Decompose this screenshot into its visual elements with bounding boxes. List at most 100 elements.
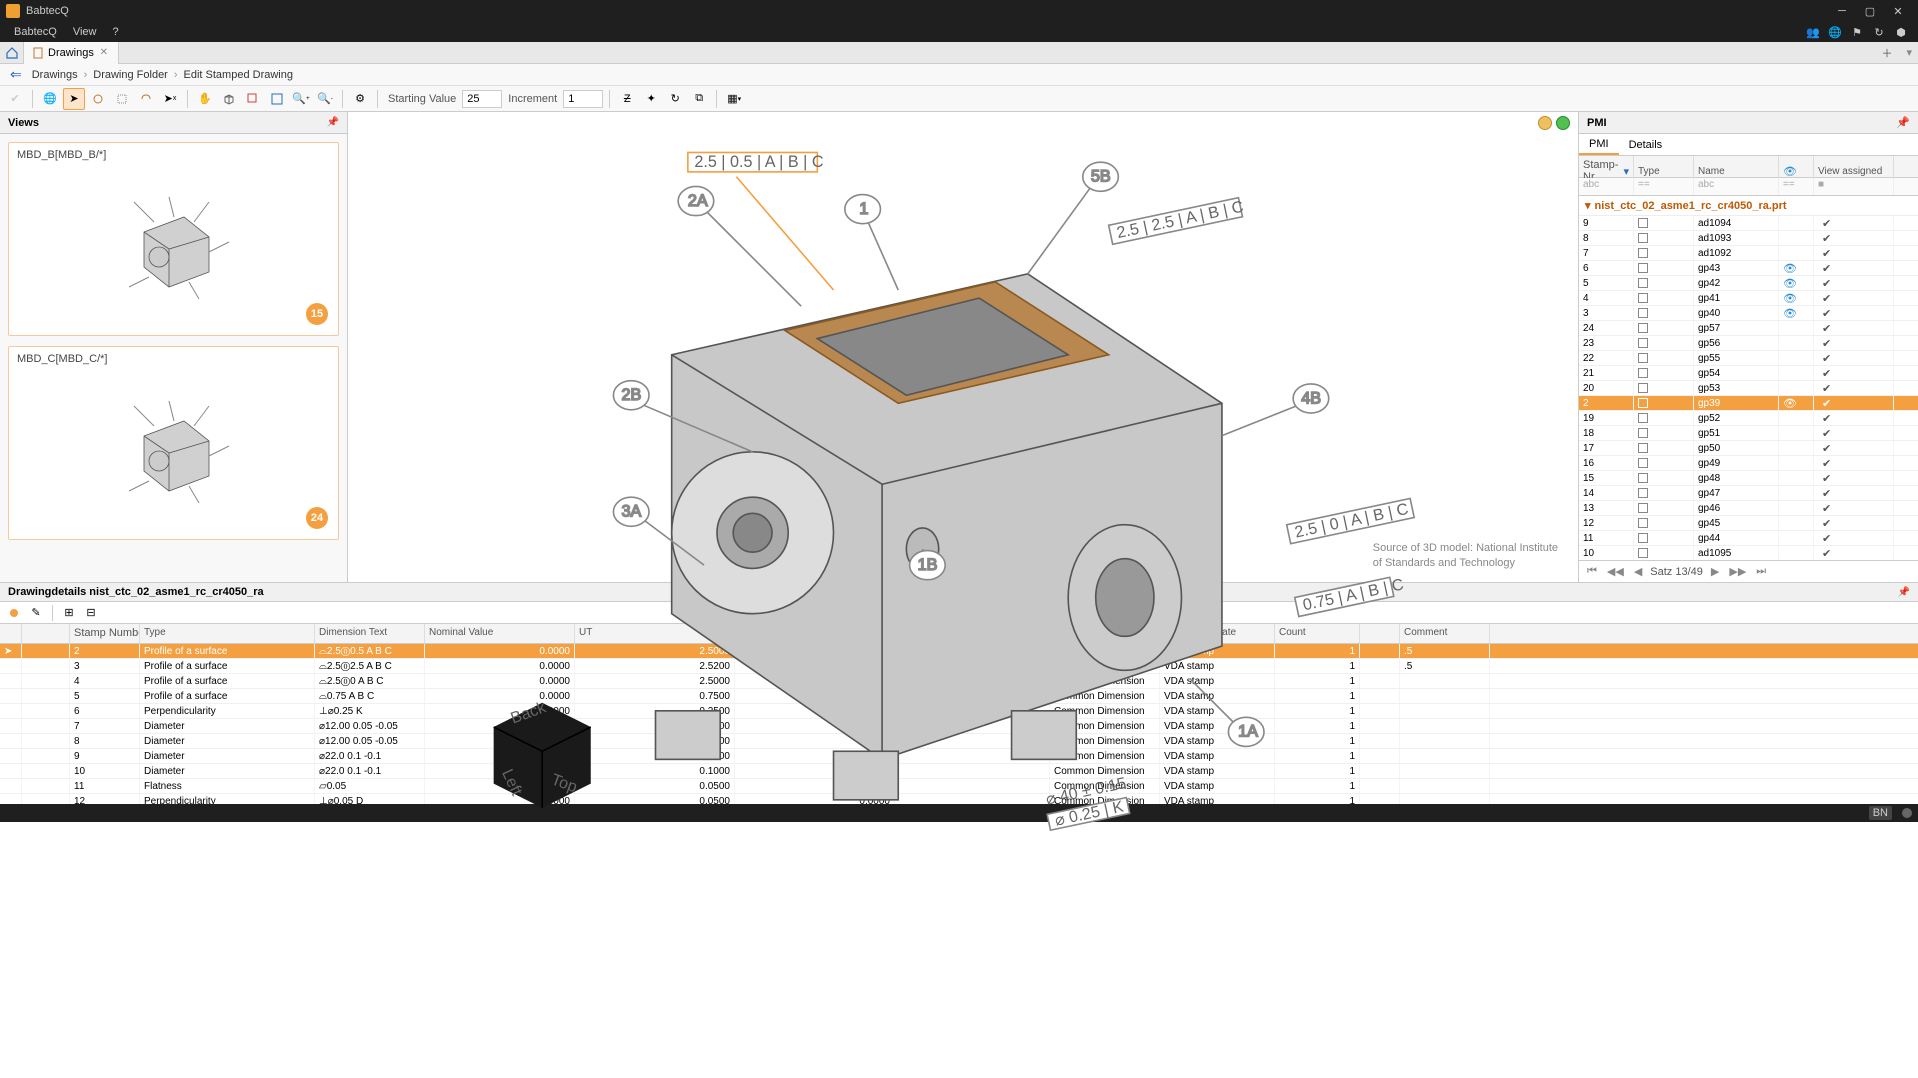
filter-type[interactable]: ==	[1634, 178, 1694, 195]
pmi-row[interactable]: 5 gp42 👁 ✔	[1579, 276, 1918, 291]
home-tab[interactable]	[0, 42, 24, 64]
pmi-row[interactable]: 10 ad1095 ✔	[1579, 546, 1918, 560]
wand-icon[interactable]: ✦	[640, 88, 662, 110]
shield-icon[interactable]: ⬢	[1890, 22, 1912, 42]
add-tab-button[interactable]: ＋	[1873, 45, 1900, 61]
filter-name[interactable]: abc	[1694, 178, 1779, 195]
nav-prev[interactable]: ◀	[1632, 565, 1644, 578]
link-tool-icon[interactable]	[135, 88, 157, 110]
pmi-row[interactable]: 16 gp49 ✔	[1579, 456, 1918, 471]
globe-icon[interactable]: 🌐	[1824, 22, 1846, 42]
filter-assigned[interactable]: ■	[1814, 178, 1894, 195]
gear-icon[interactable]: ⚙	[349, 88, 371, 110]
pmi-row[interactable]: 2 gp39 👁 ✔	[1579, 396, 1918, 411]
pmi-row[interactable]: 3 gp40 👁 ✔	[1579, 306, 1918, 321]
zoom-in-icon[interactable]: 🔍+	[290, 88, 312, 110]
zoom-window-icon[interactable]	[242, 88, 264, 110]
zoom-fit-icon[interactable]	[266, 88, 288, 110]
pmi-row[interactable]: 14 gp47 ✔	[1579, 486, 1918, 501]
filter-nr[interactable]: abc	[1579, 178, 1634, 195]
viewport[interactable]: Back Top Left 5B 2A 1 2B 3A 4B 1B 1A 2.5…	[348, 112, 1578, 582]
record-position: Satz 13/49	[1650, 566, 1703, 578]
rotate-icon[interactable]: ↻	[664, 88, 686, 110]
pmi-row[interactable]: 4 gp41 👁 ✔	[1579, 291, 1918, 306]
viewport-3d: Back Top Left 5B 2A 1 2B 3A 4B 1B 1A 2.5…	[348, 112, 1578, 873]
tab-pmi[interactable]: PMI	[1579, 134, 1619, 155]
home-icon	[5, 46, 19, 60]
view-title: MBD_C[MBD_C/*]	[17, 353, 330, 365]
pmi-row[interactable]: 12 gp45 ✔	[1579, 516, 1918, 531]
grid-icon[interactable]: ▦▾	[723, 88, 745, 110]
pmi-row[interactable]: 23 gp56 ✔	[1579, 336, 1918, 351]
pin-icon[interactable]: 📌	[1898, 587, 1910, 598]
titlebar: BabtecQ ─ ▢ ✕	[0, 0, 1918, 22]
status-dot-2[interactable]	[1556, 116, 1570, 130]
edit-icon[interactable]: ✎	[26, 604, 46, 622]
close-button[interactable]: ✕	[1884, 0, 1912, 22]
pmi-file-row[interactable]: ▾nist_ctc_02_asme1_rc_cr4050_ra.prt	[1579, 196, 1918, 216]
pmi-row[interactable]: 18 gp51 ✔	[1579, 426, 1918, 441]
pmi-row[interactable]: 13 gp46 ✔	[1579, 501, 1918, 516]
increment-input[interactable]	[563, 90, 603, 108]
crumb-drawings[interactable]: Drawings	[32, 69, 78, 81]
pmi-row[interactable]: 17 gp50 ✔	[1579, 441, 1918, 456]
stamp-tool-icon[interactable]	[87, 88, 109, 110]
copy-icon[interactable]: ⧉	[688, 88, 710, 110]
back-button[interactable]: ⇐	[6, 66, 26, 83]
maximize-button[interactable]: ▢	[1856, 0, 1884, 22]
pmi-row[interactable]: 11 gp44 ✔	[1579, 531, 1918, 546]
nav-next[interactable]: ▶	[1709, 565, 1721, 578]
menu-view[interactable]: View	[65, 22, 105, 42]
status-dot-1[interactable]	[1538, 116, 1552, 130]
tab-details[interactable]: Details	[1619, 134, 1673, 155]
pin-icon[interactable]: 📌	[327, 117, 339, 128]
pan-icon[interactable]: ✋	[194, 88, 216, 110]
collapse-icon[interactable]: ⊟	[81, 604, 101, 622]
view-card[interactable]: MBD_C[MBD_C/*] 24	[8, 346, 339, 540]
nav-last[interactable]: ⏭	[1754, 565, 1768, 578]
views-panel: Views 📌 MBD_B[MBD_B/*] 15 MBD_C[MBD_C/*]	[0, 112, 348, 582]
col-type[interactable]: Type	[140, 624, 315, 643]
tab-menu-button[interactable]: ▾	[1900, 46, 1918, 59]
nav-next-page[interactable]: ▶▶	[1727, 565, 1748, 578]
nav-prev-page[interactable]: ◀◀	[1605, 565, 1626, 578]
menu-help[interactable]: ?	[104, 22, 126, 42]
pointer-tool[interactable]: ➤	[63, 88, 85, 110]
zoom-out-icon[interactable]: 🔍-	[314, 88, 336, 110]
pmi-row[interactable]: 19 gp52 ✔	[1579, 411, 1918, 426]
starting-value-input[interactable]	[462, 90, 502, 108]
pmi-row[interactable]: 6 gp43 👁 ✔	[1579, 261, 1918, 276]
pmi-row[interactable]: 21 gp54 ✔	[1579, 366, 1918, 381]
crumb-folder[interactable]: Drawing Folder	[93, 69, 168, 81]
tab-close-icon[interactable]: ✕	[98, 47, 110, 59]
view-thumbnail	[17, 371, 330, 531]
pmi-row[interactable]: 8 ad1093 ✔	[1579, 231, 1918, 246]
globe-tool-icon[interactable]: 🌐	[39, 88, 61, 110]
flag-icon[interactable]: ⚑	[1846, 22, 1868, 42]
cube-icon[interactable]	[218, 88, 240, 110]
pmi-row[interactable]: 7 ad1092 ✔	[1579, 246, 1918, 261]
filter-eye[interactable]: ==	[1779, 178, 1814, 195]
strikethrough-icon[interactable]: Z	[616, 88, 638, 110]
col-stamp-number[interactable]: Stamp Number ▴	[70, 624, 140, 643]
tab-drawings[interactable]: Drawings ✕	[24, 42, 119, 64]
lang-indicator[interactable]: BN	[1869, 806, 1892, 820]
pmi-row[interactable]: 9 ad1094 ✔	[1579, 216, 1918, 231]
pmi-row[interactable]: 20 gp53 ✔	[1579, 381, 1918, 396]
select-tool-icon[interactable]	[111, 88, 133, 110]
expand-icon[interactable]: ⊞	[59, 604, 79, 622]
view-card[interactable]: MBD_B[MBD_B/*] 15	[8, 142, 339, 336]
minimize-button[interactable]: ─	[1828, 0, 1856, 22]
users-icon[interactable]: 👥	[1802, 22, 1824, 42]
refresh-icon[interactable]: ↻	[1868, 22, 1890, 42]
check-icon[interactable]: ✔	[4, 88, 26, 110]
nav-first[interactable]: ⏮	[1585, 565, 1599, 578]
pointer-x-icon[interactable]: ➤x	[159, 88, 181, 110]
pmi-row[interactable]: 24 gp57 ✔	[1579, 321, 1918, 336]
pmi-row[interactable]: 15 gp48 ✔	[1579, 471, 1918, 486]
stamp-icon[interactable]	[4, 604, 24, 622]
pmi-row[interactable]: 22 gp55 ✔	[1579, 351, 1918, 366]
crumb-edit[interactable]: Edit Stamped Drawing	[184, 69, 293, 81]
pin-icon[interactable]: 📌	[1896, 116, 1910, 129]
menu-babtecq[interactable]: BabtecQ	[6, 22, 65, 42]
